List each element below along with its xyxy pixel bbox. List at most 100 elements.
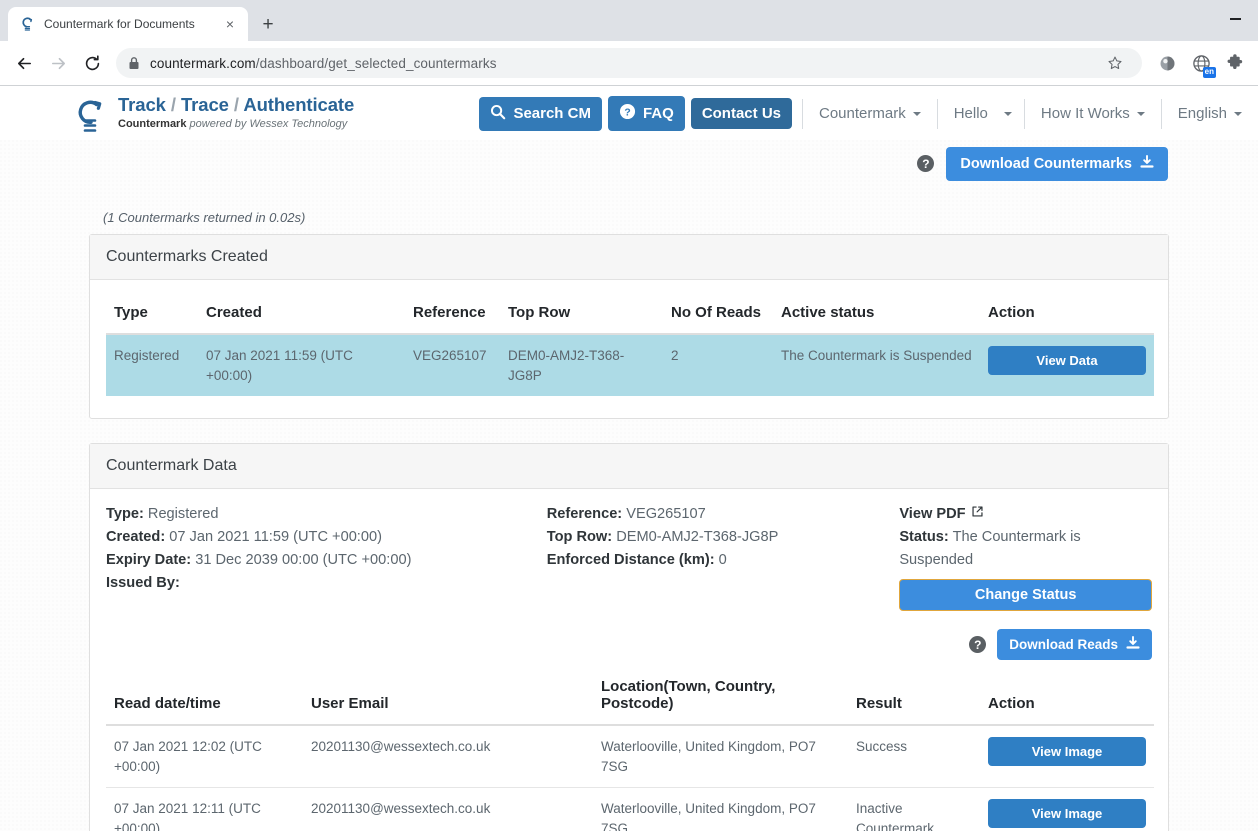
nav-item-how-it-works[interactable]: How It Works <box>1025 97 1161 131</box>
result-meta: (1 Countermarks returned in 0.02s) <box>89 210 1169 234</box>
header-buttons: Search CM ? FAQ Contact Us <box>479 96 792 131</box>
svg-text:?: ? <box>624 107 630 118</box>
detail-status: Status: The Countermark is Suspended <box>899 526 1152 572</box>
forward-icon[interactable] <box>42 47 74 79</box>
view-image-button[interactable]: View Image <box>988 799 1146 828</box>
header-nav: Countermark Hello How It Works English <box>802 97 1258 131</box>
view-pdf-link-wrap: View PDF <box>899 503 1152 526</box>
faq-button[interactable]: ? FAQ <box>608 96 685 131</box>
minimize-button[interactable] <box>1212 0 1258 38</box>
cell-location: Waterlooville, United Kingdom, PO7 7SG <box>593 788 848 831</box>
help-icon[interactable]: ? <box>917 155 934 172</box>
search-cm-button[interactable]: Search CM <box>479 97 602 131</box>
question-icon: ? <box>619 103 636 124</box>
countermarks-created-title: Countermarks Created <box>90 235 1168 280</box>
brand-logo-block[interactable]: Track / Trace / Authenticate Countermark… <box>71 94 408 134</box>
bookmark-star-icon[interactable] <box>1100 48 1130 78</box>
download-reads-button[interactable]: Download Reads <box>997 629 1152 660</box>
browser-toolbar: countermark.com/dashboard/get_selected_c… <box>0 41 1258 86</box>
download-countermarks-button[interactable]: Download Countermarks <box>946 147 1168 181</box>
change-status-button[interactable]: Change Status <box>899 579 1152 611</box>
col-active-status: Active status <box>773 296 980 334</box>
language-badge: en <box>1203 67 1216 79</box>
cell-action: View Image <box>980 725 1154 788</box>
countermark-detail-grid: Type: Registered Created: 07 Jan 2021 11… <box>90 489 1168 617</box>
tab-title: Countermark for Documents <box>44 17 213 31</box>
cell-action: View Image <box>980 788 1154 831</box>
translate-icon[interactable]: en <box>1186 48 1216 78</box>
cell-user-email: 20201130@wessextech.co.uk <box>303 725 593 788</box>
view-pdf-label: View PDF <box>899 503 965 526</box>
view-data-button[interactable]: View Data <box>988 346 1146 375</box>
browser-tab[interactable]: Countermark for Documents × <box>8 7 248 41</box>
detail-created: Created: 07 Jan 2021 11:59 (UTC +00:00) <box>106 526 547 549</box>
page-body: ? Download Countermarks (1 Countermarks … <box>0 140 1258 831</box>
cell-active-status: The Countermark is Suspended <box>773 334 980 396</box>
col-result: Result <box>848 670 980 725</box>
new-tab-button[interactable]: + <box>254 10 282 38</box>
col-no-of-reads: No Of Reads <box>663 296 773 334</box>
brand-authenticate: Authenticate <box>243 94 354 115</box>
col-type: Type <box>106 296 198 334</box>
download-icon <box>1126 636 1140 653</box>
download-reads-label: Download Reads <box>1009 637 1118 652</box>
detail-issued-by: Issued By: <box>106 572 547 595</box>
countermarks-created-body: Type Created Reference Top Row No Of Rea… <box>90 280 1168 418</box>
countermarks-created-table: Type Created Reference Top Row No Of Rea… <box>106 296 1154 396</box>
brand-text: Track / Trace / Authenticate Countermark… <box>118 96 408 131</box>
window-controls <box>1212 0 1258 38</box>
chevron-down-icon <box>1004 112 1012 116</box>
search-cm-label: Search CM <box>513 105 591 122</box>
chevron-down-icon <box>913 112 921 116</box>
url-text: countermark.com/dashboard/get_selected_c… <box>150 56 1090 71</box>
col-action: Action <box>980 670 1154 725</box>
back-icon[interactable] <box>8 47 40 79</box>
detail-column-1: Type: Registered Created: 07 Jan 2021 11… <box>106 503 547 611</box>
cell-read-datetime: 07 Jan 2021 12:11 (UTC +00:00) <box>106 788 303 831</box>
cell-read-datetime: 07 Jan 2021 12:02 (UTC +00:00) <box>106 725 303 788</box>
nav-item-english[interactable]: English <box>1162 97 1258 131</box>
brand-tagline: Track / Trace / Authenticate <box>118 94 354 115</box>
view-image-button[interactable]: View Image <box>988 737 1146 766</box>
address-bar[interactable]: countermark.com/dashboard/get_selected_c… <box>116 48 1142 78</box>
col-top-row: Top Row <box>500 296 663 334</box>
external-link-icon <box>971 503 984 526</box>
detail-expiry: Expiry Date: 31 Dec 2039 00:00 (UTC +00:… <box>106 549 547 572</box>
table-header-row: Type Created Reference Top Row No Of Rea… <box>106 296 1154 334</box>
detail-reference: Reference: VEG265107 <box>547 503 900 526</box>
view-pdf-link[interactable]: View PDF <box>899 503 983 526</box>
detail-enforced-distance: Enforced Distance (km): 0 <box>547 549 900 572</box>
contact-us-button[interactable]: Contact Us <box>691 98 792 129</box>
cell-top-row: DEM0-AMJ2-T368-JG8P <box>500 334 663 396</box>
site-header: Track / Trace / Authenticate Countermark… <box>0 87 1258 140</box>
cell-type: Registered <box>106 334 198 396</box>
table-row: 07 Jan 2021 12:11 (UTC +00:00) 20201130@… <box>106 788 1154 831</box>
extensions-icon[interactable] <box>1220 48 1250 78</box>
cell-no-of-reads: 2 <box>663 334 773 396</box>
brand-track: Track <box>118 94 166 115</box>
browser-window: Countermark for Documents × + countermar… <box>0 0 1258 831</box>
col-user-email: User Email <box>303 670 593 725</box>
nav-item-countermark[interactable]: Countermark <box>803 97 937 131</box>
nav-item-hello[interactable]: Hello <box>938 97 1024 131</box>
col-read-datetime: Read date/time <box>106 670 303 725</box>
reload-icon[interactable] <box>76 47 108 79</box>
contact-us-label: Contact Us <box>702 105 781 122</box>
page-viewport: Track / Trace / Authenticate Countermark… <box>0 87 1258 831</box>
url-domain: countermark.com <box>150 56 256 71</box>
faq-label: FAQ <box>643 105 674 122</box>
close-icon[interactable]: × <box>222 16 238 32</box>
cell-result: Success <box>848 725 980 788</box>
nav-english-label: English <box>1178 105 1227 122</box>
countermark-logo-icon <box>18 16 35 33</box>
profile-icon[interactable] <box>1152 48 1182 78</box>
chevron-down-icon <box>1137 112 1145 116</box>
col-location: Location(Town, Country, Postcode) <box>593 670 848 725</box>
help-icon[interactable]: ? <box>969 636 986 653</box>
col-reference: Reference <box>405 296 500 334</box>
countermark-data-title: Countermark Data <box>90 444 1168 489</box>
cell-result: Inactive Countermark <box>848 788 980 831</box>
table-row[interactable]: Registered 07 Jan 2021 11:59 (UTC +00:00… <box>106 334 1154 396</box>
table-header-row: Read date/time User Email Location(Town,… <box>106 670 1154 725</box>
nav-hello-label: Hello <box>954 105 988 122</box>
